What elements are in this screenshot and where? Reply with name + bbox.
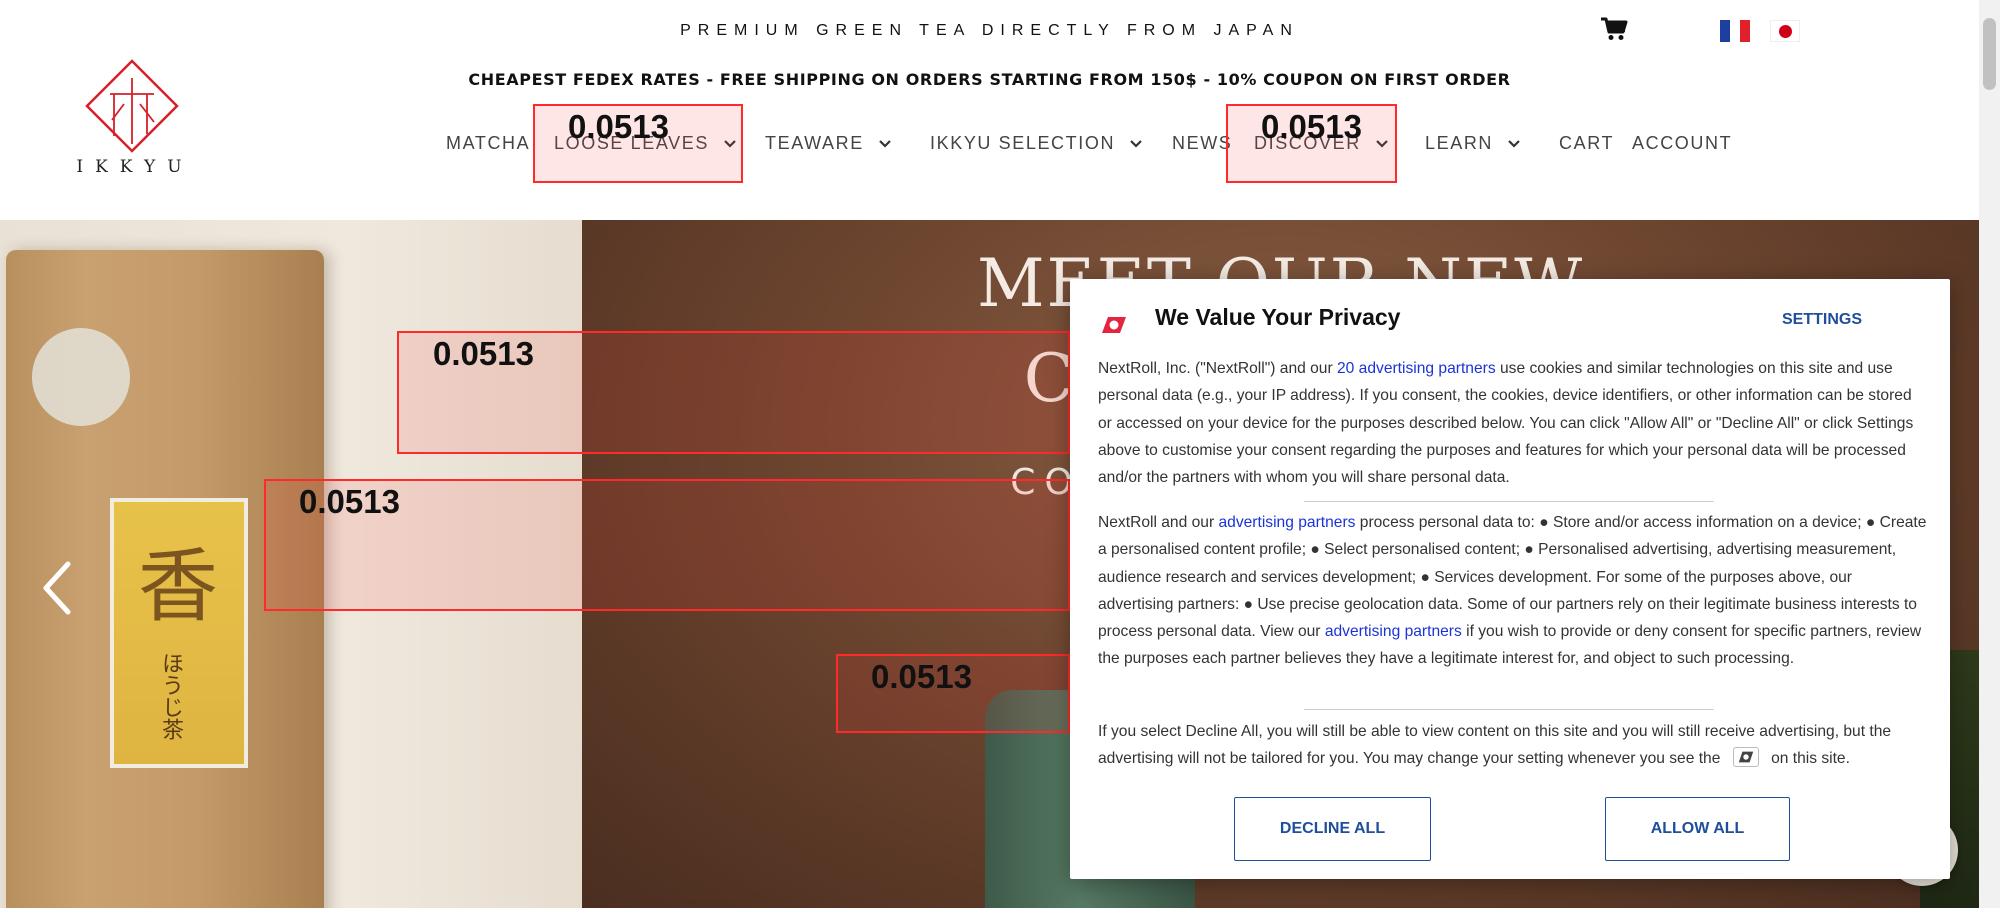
nextroll-settings-icon[interactable] — [1732, 747, 1759, 768]
nav-item-cart[interactable]: CART — [1559, 133, 1614, 154]
chevron-down-icon — [1130, 139, 1142, 148]
highlight-score: 0.0513 — [871, 658, 972, 695]
cart-icon[interactable] — [1600, 16, 1628, 42]
divider — [1304, 709, 1714, 710]
paragraph-text: process personal data to: ● Store and/or… — [1098, 514, 1927, 641]
paragraph-text: on this site. — [1766, 750, 1850, 768]
bag-subtitle: ほうじ茶 — [158, 652, 183, 740]
nav-item-learn[interactable]: LEARN — [1425, 133, 1521, 154]
nav-item-label: LEARN — [1425, 133, 1494, 153]
nextroll-logo-icon — [1102, 317, 1126, 333]
nav-item-account[interactable]: ACCOUNT — [1632, 133, 1732, 154]
site-header: PREMIUM GREEN TEA DIRECTLY FROM JAPAN CH… — [0, 0, 1979, 220]
paragraph-text: NextRoll and our — [1098, 514, 1219, 531]
nav-item-news[interactable]: NEWS — [1172, 133, 1232, 154]
chevron-down-icon — [879, 139, 891, 148]
highlight-score: 0.0513 — [433, 335, 534, 372]
advertising-partners-link[interactable]: advertising partners — [1218, 514, 1355, 531]
allow-all-button[interactable]: ALLOW ALL — [1605, 797, 1790, 861]
advertising-partners-link[interactable]: 20 advertising partners — [1337, 360, 1496, 377]
consent-paragraph-1: NextRoll, Inc. ("NextRoll") and our 20 a… — [1098, 355, 1928, 491]
consent-paragraph-3: If you select Decline All, you will stil… — [1098, 718, 1928, 773]
flag-japan-icon[interactable] — [1770, 20, 1800, 42]
page-scrollbar[interactable] — [1979, 0, 2000, 908]
chevron-left-icon[interactable] — [40, 560, 74, 616]
nav-item-matcha[interactable]: MATCHA — [446, 133, 530, 154]
consent-paragraph-2: NextRoll and our advertising partners pr… — [1098, 509, 1928, 673]
nav-item-ikkyu-selection[interactable]: IKKYU SELECTION — [930, 133, 1143, 154]
bag-kanji: 香 — [138, 540, 218, 633]
chevron-down-icon — [1508, 139, 1520, 148]
flag-france-icon[interactable] — [1720, 20, 1750, 42]
nav-item-teaware[interactable]: TEAWARE — [765, 133, 892, 154]
organic-seal-icon — [32, 328, 130, 426]
nav-item-label: CART — [1559, 133, 1615, 153]
highlight-score: 0.0513 — [568, 108, 669, 145]
privacy-consent-modal: We Value Your Privacy SETTINGS NextRoll,… — [1070, 279, 1950, 879]
paragraph-text: NextRoll, Inc. ("NextRoll") and our — [1098, 360, 1337, 377]
nav-item-label: IKKYU SELECTION — [930, 133, 1116, 153]
scrollbar-thumb[interactable] — [1983, 18, 1996, 90]
tea-bag-label: 香 ほうじ茶 — [110, 498, 248, 768]
modal-title: We Value Your Privacy — [1155, 304, 1401, 330]
ikkyu-logo-icon[interactable] — [84, 58, 180, 154]
advertising-partners-link[interactable]: advertising partners — [1325, 623, 1462, 640]
highlight-score: 0.0513 — [299, 483, 400, 520]
divider — [1304, 501, 1714, 502]
decline-all-button[interactable]: DECLINE ALL — [1234, 797, 1431, 861]
nav-item-label: ACCOUNT — [1632, 133, 1733, 153]
promo-banner: CHEAPEST FEDEX RATES - FREE SHIPPING ON … — [468, 70, 1511, 89]
brand-name: IKKYU — [76, 157, 194, 177]
settings-button[interactable]: SETTINGS — [1782, 311, 1862, 329]
paragraph-text: use cookies and similar technologies on … — [1098, 360, 1914, 487]
nav-item-label: MATCHA — [446, 133, 531, 153]
nav-item-label: TEAWARE — [765, 133, 864, 153]
nav-item-label: NEWS — [1172, 133, 1233, 153]
highlight-score: 0.0513 — [1261, 108, 1362, 145]
tagline: PREMIUM GREEN TEA DIRECTLY FROM JAPAN — [680, 22, 1299, 39]
